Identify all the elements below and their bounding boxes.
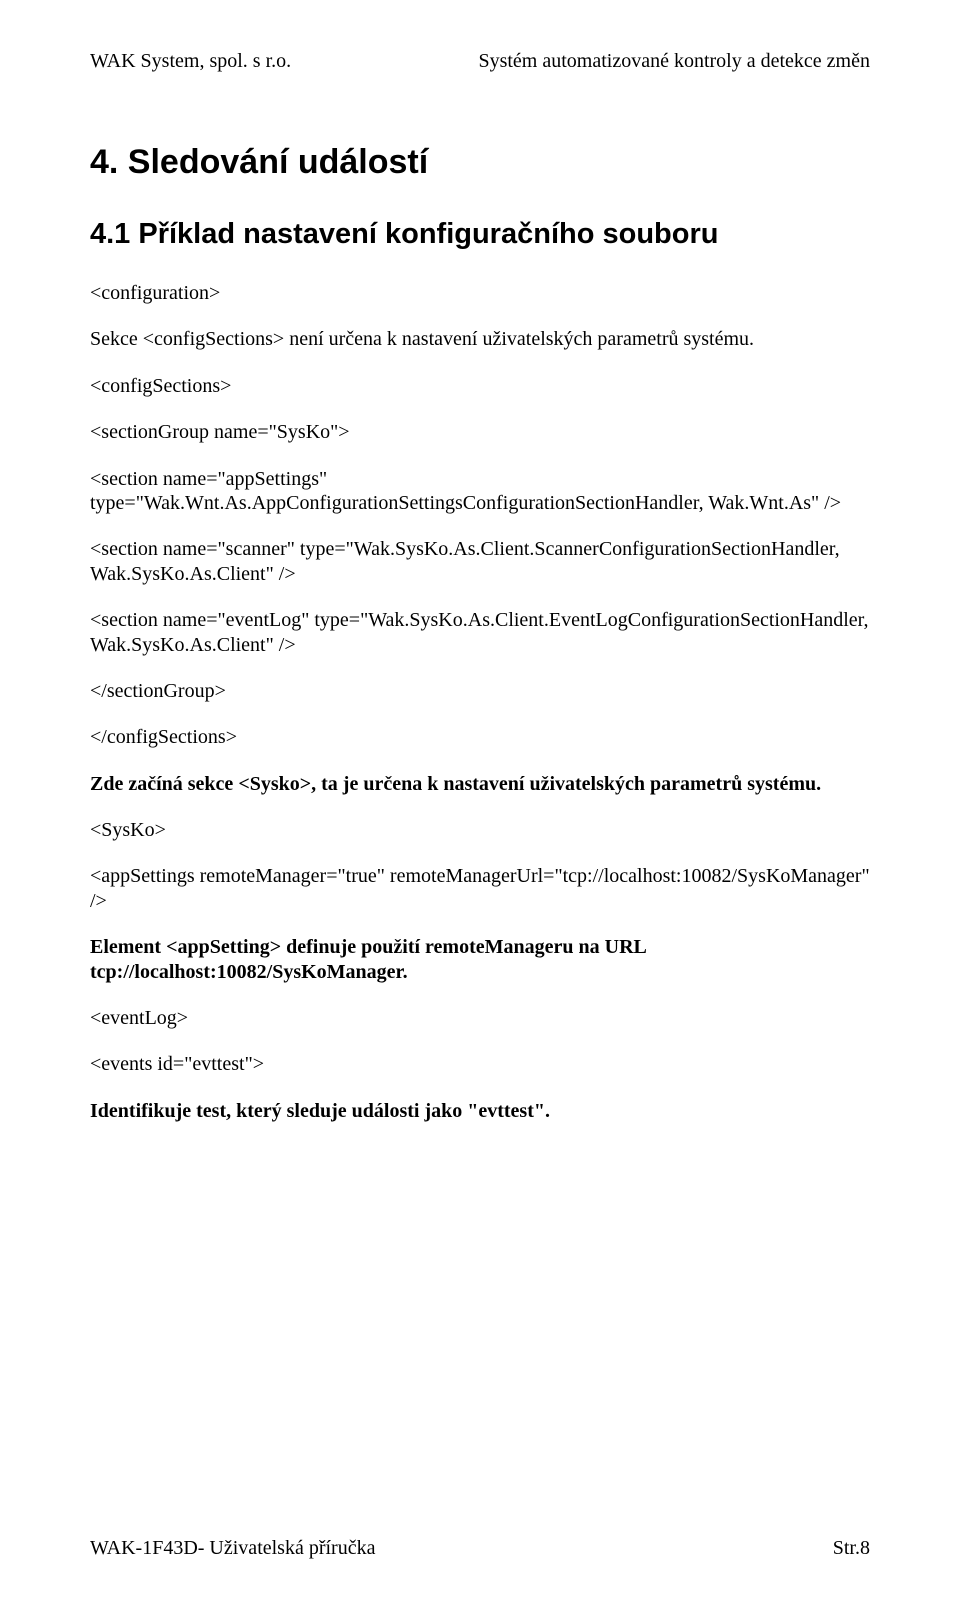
- code-line: <appSettings remoteManager="true" remote…: [90, 864, 870, 913]
- code-line: </configSections>: [90, 725, 870, 749]
- body-text: Sekce <configSections> není určena k nas…: [90, 327, 870, 351]
- code-line: </sectionGroup>: [90, 679, 870, 703]
- code-line: <configuration>: [90, 281, 870, 305]
- text-fragment: <Sysko>: [238, 773, 311, 795]
- code-line: <sectionGroup name="SysKo">: [90, 420, 870, 444]
- code-line: <configSections>: [90, 374, 870, 398]
- footer-left: WAK-1F43D- Uživatelská příručka: [90, 1537, 375, 1560]
- body-text-bold: Zde začíná sekce <Sysko>, ta je určena k…: [90, 772, 870, 796]
- code-line: <section name="eventLog" type="Wak.SysKo…: [90, 608, 870, 657]
- footer-right: Str.8: [833, 1537, 870, 1560]
- header-right: Systém automatizované kontroly a detekce…: [478, 50, 870, 73]
- code-line: <SysKo>: [90, 818, 870, 842]
- header-left: WAK System, spol. s r.o.: [90, 50, 291, 73]
- code-line: <events id="evttest">: [90, 1052, 870, 1076]
- page-footer: WAK-1F43D- Uživatelská příručka Str.8: [90, 1537, 870, 1560]
- code-line: <eventLog>: [90, 1006, 870, 1030]
- text-fragment: Sekce: [90, 328, 143, 350]
- heading-1: 4. Sledování událostí: [90, 143, 870, 182]
- text-fragment: <configSections>: [143, 328, 284, 350]
- text-fragment: Zde začíná sekce: [90, 773, 238, 795]
- text-fragment: , ta je určena k nastavení uživatelských…: [311, 773, 821, 795]
- code-line: <section name="scanner" type="Wak.SysKo.…: [90, 537, 870, 586]
- heading-2: 4.1 Příklad nastavení konfiguračního sou…: [90, 218, 870, 251]
- page-header: WAK System, spol. s r.o. Systém automati…: [90, 50, 870, 73]
- text-fragment: není určena k nastavení uživatelských pa…: [284, 328, 754, 350]
- body-text-bold: Identifikuje test, který sleduje událost…: [90, 1099, 870, 1123]
- code-line: <section name="appSettings" type="Wak.Wn…: [90, 467, 870, 516]
- body-text-bold: Element <appSetting> definuje použití re…: [90, 935, 870, 984]
